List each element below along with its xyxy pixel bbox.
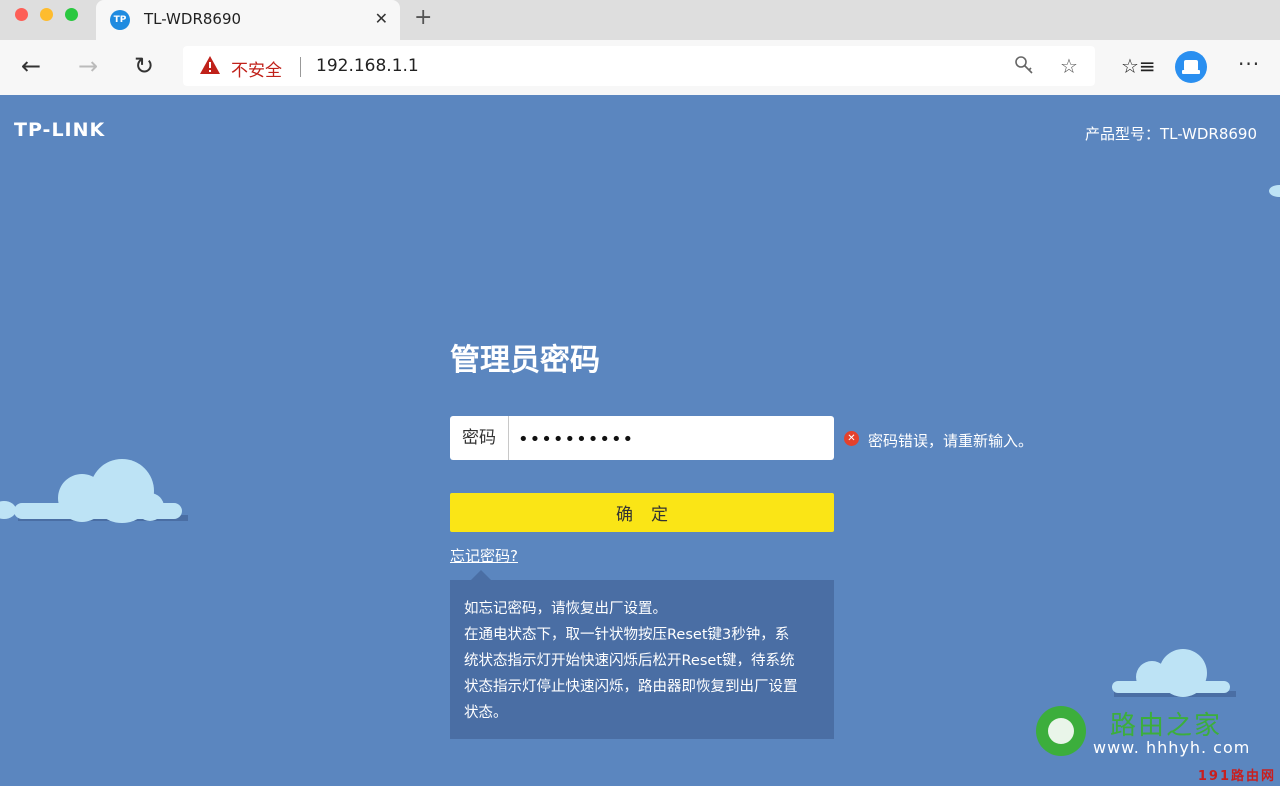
tip-line: 如忘记密码，请恢复出厂设置。: [464, 601, 667, 617]
address-bar[interactable]: 不安全 192.168.1.1 ☆: [183, 46, 1095, 86]
tip-line: 统状态指示灯开始快速闪烁后松开Reset键，待系统: [464, 653, 795, 669]
new-tab-icon[interactable]: +: [414, 5, 432, 30]
tooltip-arrow: [471, 570, 491, 580]
maximize-window-button[interactable]: [65, 8, 78, 21]
error-icon: ✕: [844, 431, 859, 446]
reset-tip-box: 如忘记密码，请恢复出厂设置。 在通电状态下，取一针状物按压Reset键3秒钟，系…: [450, 580, 834, 739]
favorites-icon[interactable]: ☆≡: [1121, 54, 1156, 78]
page-title: 管理员密码: [450, 343, 600, 378]
confirm-button[interactable]: 确定: [450, 493, 834, 532]
cloud-icon: [1269, 185, 1280, 197]
close-tab-icon[interactable]: ✕: [375, 9, 388, 28]
security-status[interactable]: 不安全: [231, 56, 282, 81]
cloud-left-icon: [0, 459, 188, 523]
browser-toolbar: ← → ↻ 不安全 192.168.1.1 ☆ ☆≡ ···: [0, 40, 1280, 96]
minimize-window-button[interactable]: [40, 8, 53, 21]
watermark-logo-icon: [1036, 706, 1086, 756]
tip-line: 状态。: [464, 705, 508, 721]
router-login-page: TP-LINK 产品型号：TL-WDR8690 管理员密码 密码 ✕ 密码错误，…: [0, 95, 1280, 786]
password-label: 密码: [450, 416, 509, 460]
tp-link-logo: TP-LINK: [14, 119, 106, 141]
password-input[interactable]: [516, 424, 820, 454]
url-text[interactable]: 192.168.1.1: [316, 56, 419, 76]
watermark-corner: 191路由网: [1197, 769, 1276, 784]
tp-link-favicon-icon: TP: [110, 10, 130, 30]
forward-arrow-icon[interactable]: →: [78, 52, 98, 80]
tip-line: 状态指示灯停止快速闪烁，路由器即恢复到出厂设置: [464, 679, 798, 695]
browser-tab[interactable]: TP TL-WDR8690 ✕: [96, 0, 400, 40]
warning-triangle-icon[interactable]: [199, 55, 221, 75]
password-field[interactable]: 密码: [450, 416, 834, 460]
error-message: 密码错误，请重新输入。: [868, 432, 1034, 450]
tip-line: 在通电状态下，取一针状物按压Reset键3秒钟，系: [464, 627, 790, 643]
star-icon[interactable]: ☆: [1060, 54, 1078, 78]
more-options-icon[interactable]: ···: [1238, 52, 1260, 76]
forgot-password-link[interactable]: 忘记密码?: [450, 545, 518, 566]
watermark-logo-inner: [1048, 718, 1074, 744]
watermark-url: www. hhhyh. com: [1093, 738, 1251, 757]
watermark-name: 路由之家: [1110, 711, 1223, 741]
back-arrow-icon[interactable]: ←: [21, 52, 41, 80]
address-separator: [300, 57, 301, 77]
profile-avatar-icon[interactable]: [1175, 51, 1207, 83]
product-model: 产品型号：TL-WDR8690: [1084, 125, 1257, 143]
reload-icon[interactable]: ↻: [134, 52, 154, 80]
key-icon[interactable]: [1013, 54, 1035, 76]
tab-title: TL-WDR8690: [144, 10, 242, 28]
tab-bar: TP TL-WDR8690 ✕ +: [0, 0, 1280, 40]
close-window-button[interactable]: [15, 8, 28, 21]
cloud-right-icon: [1112, 649, 1236, 697]
